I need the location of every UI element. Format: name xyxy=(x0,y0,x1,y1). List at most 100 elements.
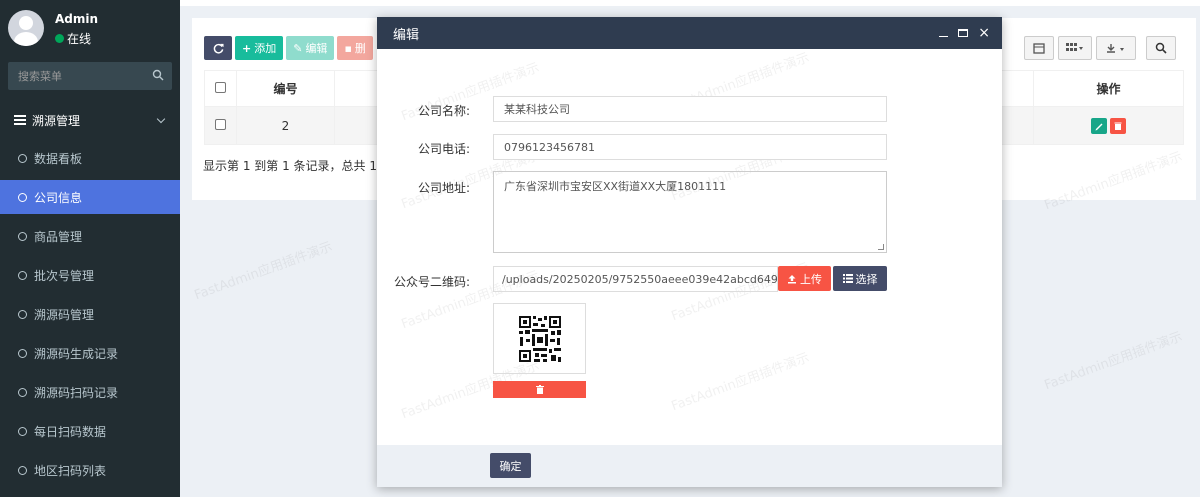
avatar[interactable] xyxy=(8,10,44,46)
add-button-label: 添加 xyxy=(254,42,277,55)
toolbar: + 添加 ✎ 编辑 ▪ 删 xyxy=(204,36,373,60)
sidebar-item-label: 公司信息 xyxy=(34,190,83,205)
export-icon xyxy=(1107,43,1124,53)
qr-code-label: 公众号二维码: xyxy=(393,275,470,289)
sidebar-item-region-scans[interactable]: 地区扫码列表 xyxy=(0,453,180,487)
maximize-icon[interactable] xyxy=(958,29,969,37)
online-status-dot-icon xyxy=(55,34,64,43)
refresh-button[interactable] xyxy=(204,36,232,60)
circle-icon xyxy=(18,309,27,319)
menu-search xyxy=(8,62,172,90)
grid-icon xyxy=(1066,43,1083,51)
top-bar xyxy=(180,0,1200,6)
delete-button-label: 删 xyxy=(354,42,366,55)
dialog-title: 编辑 xyxy=(393,27,420,43)
circle-icon xyxy=(18,153,27,163)
sidebar: Admin 在线 溯源管理 数据看板 公司信息 商品管理 批次号管理 溯源码管理… xyxy=(0,0,180,497)
plus-icon: + xyxy=(242,41,252,55)
qr-code-preview[interactable] xyxy=(493,303,586,374)
pagination-summary: 显示第 1 到第 1 条记录，总共 1 条记 xyxy=(203,159,405,173)
row-delete-button[interactable] xyxy=(1110,117,1127,134)
sidebar-item-label: 每日扫码数据 xyxy=(34,424,107,439)
company-name-field[interactable]: 某某科技公司 xyxy=(493,96,887,122)
qr-code-path-field[interactable]: /uploads/20250205/9752550aeee039e42abcd6… xyxy=(493,266,778,292)
columns-button[interactable] xyxy=(1058,36,1092,60)
edit-dialog: 编辑 × FastAdmin应用插件演示 FastAdmin应用插件演示 Fas… xyxy=(377,17,1002,487)
refresh-icon xyxy=(213,43,224,53)
user-name: Admin xyxy=(55,12,99,26)
circle-icon xyxy=(18,426,27,436)
user-status: 在线 xyxy=(55,30,91,47)
company-phone-label: 公司电话: xyxy=(417,142,470,156)
menu-search-input[interactable] xyxy=(8,62,148,90)
company-address-label: 公司地址: xyxy=(417,181,470,195)
add-button[interactable]: + 添加 xyxy=(235,36,284,60)
sidebar-item-generation-log[interactable]: 溯源码生成记录 xyxy=(0,336,180,370)
choose-button[interactable]: 选择 xyxy=(833,266,887,291)
sidebar-section-label: 溯源管理 xyxy=(32,113,81,128)
sidebar-item-label: 溯源码管理 xyxy=(34,307,95,322)
row-edit-button[interactable] xyxy=(1090,117,1107,134)
watermark: FastAdmin应用插件演示 xyxy=(1042,329,1185,394)
qr-code-image xyxy=(517,314,562,363)
search-icon[interactable] xyxy=(152,69,164,81)
circle-icon xyxy=(18,465,27,475)
watermark: FastAdmin应用插件演示 xyxy=(192,239,335,304)
sidebar-item-label: 溯源码生成记录 xyxy=(34,346,119,361)
sidebar-item-trace-codes[interactable]: 溯源码管理 xyxy=(0,297,180,331)
user-panel: Admin 在线 xyxy=(0,0,180,56)
sidebar-item-label: 溯源码扫码记录 xyxy=(34,385,119,400)
upload-button[interactable]: 上传 xyxy=(778,266,831,291)
remove-image-button[interactable] xyxy=(493,381,586,398)
close-icon[interactable]: × xyxy=(978,26,990,40)
chevron-down-icon xyxy=(156,114,166,124)
circle-icon xyxy=(18,192,27,202)
sidebar-item-scan-log[interactable]: 溯源码扫码记录 xyxy=(0,375,180,409)
sidebar-item-label: 批次号管理 xyxy=(34,268,95,283)
sidebar-item-dashboard[interactable]: 数据看板 xyxy=(0,141,180,175)
list-icon xyxy=(14,115,26,125)
sidebar-item-label: 商品管理 xyxy=(34,229,83,244)
sidebar-item-company-info[interactable]: 公司信息 xyxy=(0,180,180,214)
trash-icon xyxy=(1114,122,1122,130)
sidebar-item-label: 数据看板 xyxy=(34,151,83,166)
minimize-icon[interactable] xyxy=(939,35,949,37)
company-phone-field[interactable]: 0796123456781 xyxy=(493,134,887,160)
circle-icon xyxy=(18,270,27,280)
select-all-checkbox[interactable] xyxy=(215,81,226,93)
toggle-view-button[interactable] xyxy=(1024,36,1054,60)
sidebar-item-daily-scans[interactable]: 每日扫码数据 xyxy=(0,414,180,448)
column-header-id[interactable]: 编号 xyxy=(236,70,335,107)
card-view-icon xyxy=(1033,42,1045,54)
column-header-actions: 操作 xyxy=(1033,70,1184,107)
dialog-body: FastAdmin应用插件演示 FastAdmin应用插件演示 FastAdmi… xyxy=(377,49,1002,445)
pencil-icon: ✎ xyxy=(293,41,303,55)
sidebar-section-trace[interactable]: 溯源管理 xyxy=(0,104,180,136)
user-status-label: 在线 xyxy=(67,32,92,46)
search-toggle-button[interactable] xyxy=(1146,36,1176,60)
sidebar-item-products[interactable]: 商品管理 xyxy=(0,219,180,253)
sidebar-item-batches[interactable]: 批次号管理 xyxy=(0,258,180,292)
dialog-header: 编辑 × xyxy=(377,17,1002,49)
export-button[interactable] xyxy=(1096,36,1136,60)
row-select-cell xyxy=(204,106,237,145)
trash-icon: ▪ xyxy=(344,41,352,55)
dialog-window-controls: × xyxy=(939,17,990,49)
company-name-label: 公司名称: xyxy=(417,104,470,118)
row-id-cell: 2 xyxy=(236,106,335,145)
circle-icon xyxy=(18,348,27,358)
confirm-button[interactable]: 确定 xyxy=(490,453,531,478)
row-checkbox[interactable] xyxy=(215,118,226,130)
search-icon xyxy=(1155,42,1167,54)
edit-button[interactable]: ✎ 编辑 xyxy=(286,36,335,60)
watermark: FastAdmin应用插件演示 xyxy=(669,350,812,415)
upload-button-label: 上传 xyxy=(800,272,822,286)
edit-button-label: 编辑 xyxy=(305,42,328,55)
trash-icon xyxy=(535,385,544,394)
row-actions-cell xyxy=(1033,106,1184,145)
list-icon xyxy=(842,274,853,283)
resize-handle-icon[interactable] xyxy=(878,244,884,250)
delete-button[interactable]: ▪ 删 xyxy=(337,36,373,60)
company-address-field[interactable]: 广东省深圳市宝安区XX街道XX大厦1801111 xyxy=(493,171,887,253)
pencil-icon xyxy=(1095,123,1103,130)
